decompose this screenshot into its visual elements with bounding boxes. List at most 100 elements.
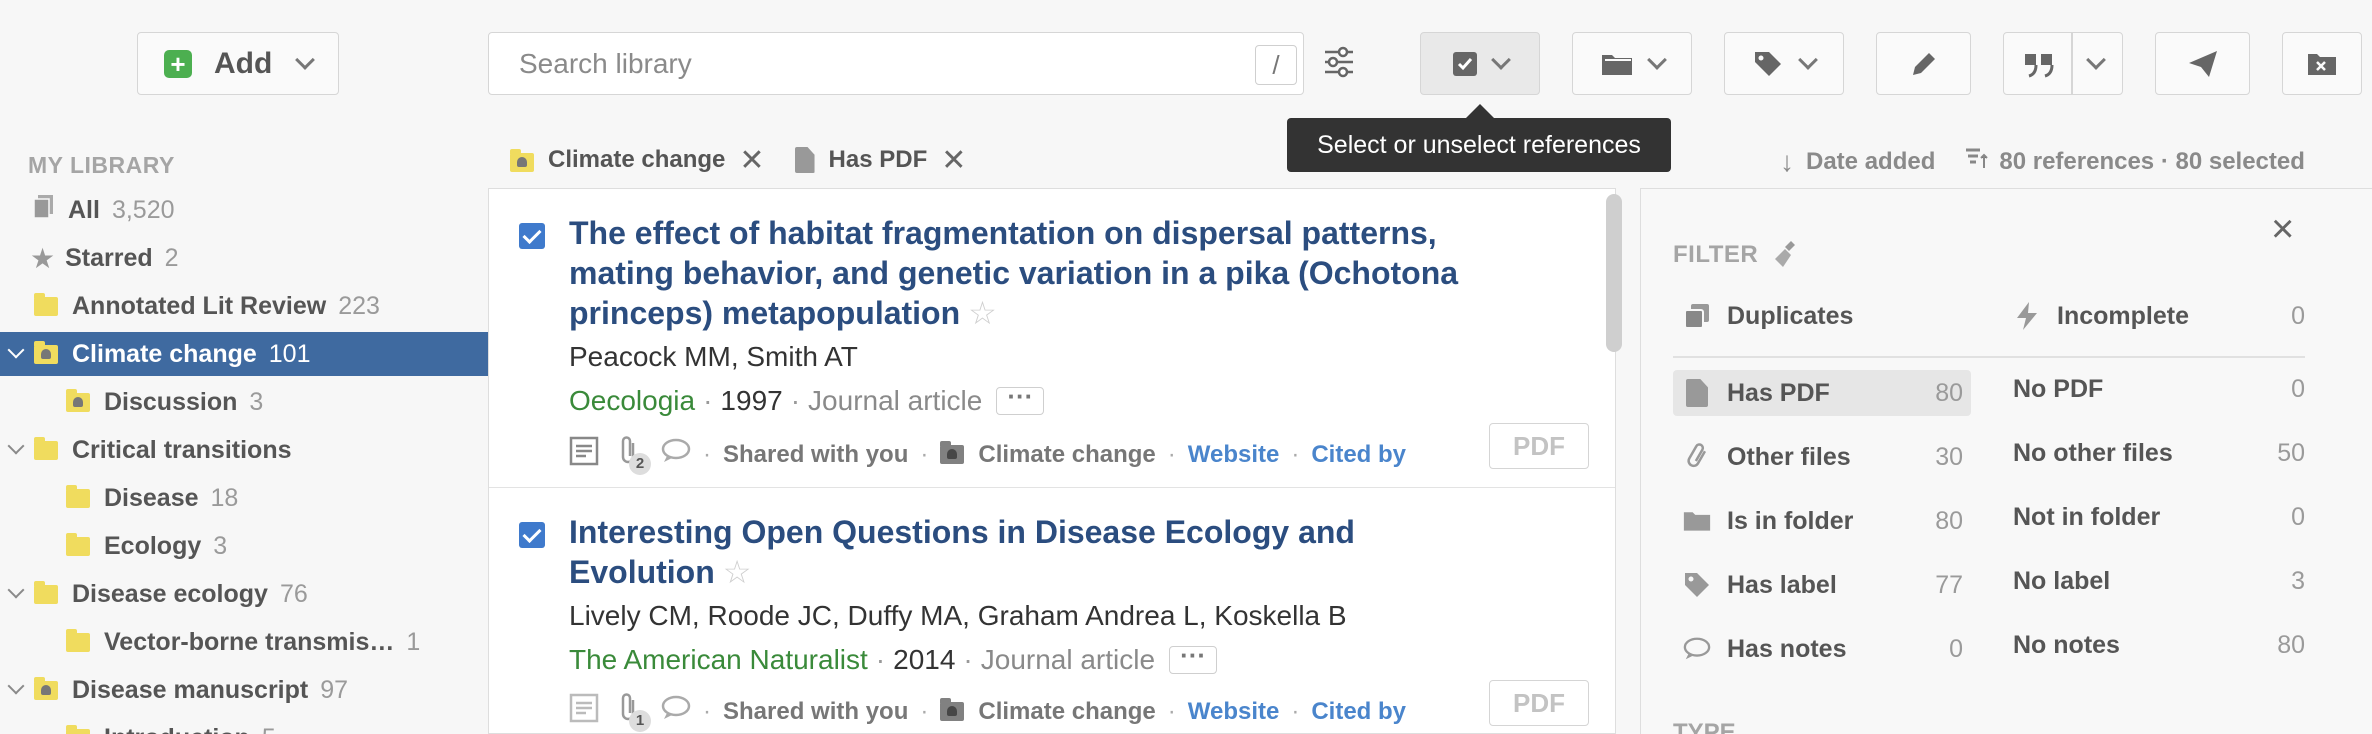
- clear-filters-icon[interactable]: [1773, 239, 1803, 276]
- separator: ·: [1291, 697, 1300, 725]
- cited-by-link[interactable]: Cited by: [1311, 698, 1406, 726]
- search-input[interactable]: [519, 45, 1219, 83]
- sidebar-item-disease[interactable]: Disease 18: [0, 476, 488, 520]
- add-to-folder-button[interactable]: [1572, 32, 1692, 95]
- reference-title[interactable]: The effect of habitat fragmentation on d…: [569, 213, 1509, 333]
- search-box: /: [488, 32, 1304, 95]
- toolbar: + Add /: [0, 0, 2372, 120]
- pdf-button[interactable]: PDF: [1489, 423, 1589, 469]
- folder-icon: [66, 532, 90, 556]
- sidebar-item-count: 3: [249, 387, 264, 416]
- more-options-button[interactable]: ···: [996, 383, 1045, 415]
- attachment-icon[interactable]: 1: [617, 692, 651, 732]
- comment-icon: [1683, 635, 1711, 663]
- star-icon[interactable]: ☆: [968, 295, 997, 331]
- filter-has-notes[interactable]: Has notes 0: [1673, 626, 1971, 672]
- filter-chip-has-pdf: Has PDF ✕: [794, 143, 966, 178]
- add-button[interactable]: + Add: [137, 32, 339, 95]
- pdf-button[interactable]: PDF: [1489, 680, 1589, 726]
- filter-no-other-files[interactable]: No other files 50: [2013, 430, 2305, 476]
- sidebar-item-ecology[interactable]: Ecology 3: [0, 524, 488, 568]
- sidebar-item-count: 3: [213, 531, 228, 560]
- remove-from-folder-button[interactable]: [2282, 32, 2362, 95]
- sidebar-item-all[interactable]: All 3,520: [0, 188, 488, 232]
- add-label-button[interactable]: [1724, 32, 1844, 95]
- notes-icon[interactable]: [569, 693, 599, 730]
- separator: ·: [703, 385, 713, 416]
- select-references-button[interactable]: [1420, 32, 1540, 95]
- cite-button[interactable]: [2003, 32, 2123, 95]
- more-options-button[interactable]: ···: [1169, 642, 1218, 674]
- checkbox-icon: [1452, 51, 1478, 77]
- comment-icon[interactable]: [661, 438, 691, 471]
- filter-has-label[interactable]: Has label 77: [1673, 562, 1971, 608]
- edit-button[interactable]: [1876, 32, 1971, 95]
- filter-other-files[interactable]: Other files 30: [1673, 434, 1971, 480]
- reference-checkbox[interactable]: [519, 522, 545, 548]
- sidebar-item-count: 3,520: [111, 195, 175, 224]
- filter-incomplete[interactable]: Incomplete 0: [2013, 293, 2305, 339]
- close-icon[interactable]: ×: [2271, 207, 2294, 252]
- reference-folder[interactable]: Climate change: [978, 698, 1155, 726]
- sidebar-item-label: All: [68, 195, 100, 224]
- notes-icon[interactable]: [569, 436, 599, 473]
- search-shortcut-key: /: [1255, 45, 1297, 85]
- filter-no-label[interactable]: No label 3: [2013, 558, 2305, 604]
- search-options-icon[interactable]: [1323, 44, 1355, 80]
- share-button[interactable]: [2155, 32, 2250, 95]
- reference-type: Journal article: [980, 644, 1156, 675]
- close-icon[interactable]: ✕: [941, 143, 966, 178]
- sidebar-item-disease-ecology[interactable]: Disease ecology 76: [0, 572, 488, 616]
- filter-count: 77: [1935, 570, 1963, 599]
- website-link[interactable]: Website: [1188, 698, 1280, 726]
- filter-count: 50: [2277, 438, 2305, 467]
- sidebar-item-disease-manuscript[interactable]: Disease manuscript 97: [0, 668, 488, 712]
- chevron-down-icon[interactable]: [7, 437, 25, 455]
- reference-title-text[interactable]: The effect of habitat fragmentation on d…: [569, 215, 1458, 331]
- sidebar-item-label: Disease: [104, 483, 199, 512]
- folder-icon: [34, 292, 58, 316]
- sidebar-item-climate-change[interactable]: Climate change 101: [0, 332, 488, 376]
- sort-label[interactable]: Date added: [1806, 148, 1935, 176]
- filter-has-pdf[interactable]: Has PDF 80: [1673, 370, 1971, 416]
- chevron-down-icon[interactable]: [7, 677, 25, 695]
- reference-checkbox[interactable]: [519, 223, 545, 249]
- chevron-down-icon[interactable]: [7, 341, 25, 359]
- arrow-down-icon[interactable]: ↓: [1780, 146, 1794, 178]
- filter-count: 0: [2291, 502, 2305, 531]
- reference-title[interactable]: Interesting Open Questions in Disease Ec…: [569, 512, 1509, 592]
- reference-meta: Oecologia · 1997 · Journal article ···: [569, 383, 1045, 417]
- filter-icon[interactable]: [1965, 148, 1989, 177]
- reference-title-text[interactable]: Interesting Open Questions in Disease Ec…: [569, 514, 1355, 590]
- sidebar-item-discussion[interactable]: Discussion 3: [0, 380, 488, 424]
- attachment-icon[interactable]: 2: [617, 435, 651, 475]
- reference-item[interactable]: Interesting Open Questions in Disease Ec…: [489, 487, 1615, 733]
- close-icon[interactable]: ✕: [739, 143, 764, 178]
- folder-icon: [1600, 51, 1634, 77]
- filter-no-notes[interactable]: No notes 80: [2013, 622, 2305, 668]
- star-icon[interactable]: ☆: [723, 554, 752, 590]
- sidebar-heading: MY LIBRARY: [28, 152, 175, 178]
- sidebar-item-vector-borne-transmission[interactable]: Vector-borne transmis… 1: [0, 620, 488, 664]
- sidebar-item-introduction[interactable]: Introduction 5: [0, 716, 488, 734]
- sidebar-item-annotated-lit-review[interactable]: Annotated Lit Review 223: [0, 284, 488, 328]
- reference-item[interactable]: The effect of habitat fragmentation on d…: [489, 189, 1615, 487]
- chevron-down-icon[interactable]: [7, 581, 25, 599]
- filter-is-in-folder[interactable]: Is in folder 80: [1673, 498, 1971, 544]
- filter-chip-label: Climate change: [548, 146, 726, 173]
- duplicates-icon: [1683, 302, 1711, 330]
- comment-icon[interactable]: [661, 695, 691, 728]
- filter-duplicates[interactable]: Duplicates: [1673, 293, 1971, 339]
- cited-by-link[interactable]: Cited by: [1311, 441, 1406, 469]
- sidebar-item-critical-transitions[interactable]: Critical transitions: [0, 428, 488, 472]
- website-link[interactable]: Website: [1188, 441, 1280, 469]
- reference-folder[interactable]: Climate change: [978, 441, 1155, 469]
- filter-count: 0: [2291, 374, 2305, 403]
- tooltip: Select or unselect references: [1287, 118, 1671, 172]
- filter-not-in-folder[interactable]: Not in folder 0: [2013, 494, 2305, 540]
- filter-no-pdf[interactable]: No PDF 0: [2013, 366, 2305, 412]
- reference-list-scrollbar[interactable]: [1606, 194, 1622, 352]
- sidebar-item-starred[interactable]: ★ Starred 2: [0, 236, 488, 280]
- sidebar-item-label: Vector-borne transmis…: [104, 627, 395, 656]
- sidebar-item-label: Disease manuscript: [72, 675, 309, 704]
